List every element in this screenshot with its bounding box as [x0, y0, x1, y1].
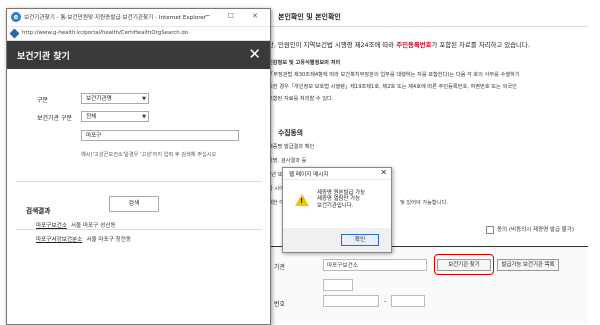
region-select-value: 보건기관명 [86, 96, 112, 102]
collect-heading: 수집동의 [278, 129, 304, 137]
phone-separator: - [384, 298, 387, 305]
type-select-value: 전체 [86, 114, 97, 120]
notice-text: 단, 민원인이 지역보건법 시행령 제24조에 따라 주민등록번호가 포함된 자… [268, 40, 530, 49]
application-form: 기관 마포구보건소 보건기관 찾기 발급가능 보건기관 목록 번호 - [268, 246, 588, 324]
message-dialog: 웹 페이지 메시지 ✕ ! 제증명 원본발급 가능 제증명 열람만 가능 보건기… [282, 167, 392, 253]
result-name[interactable]: 마포구서강보건분소 [36, 237, 82, 243]
popup-body: 구분 보건기관명 ▼ 보건기관 구분 전체 ▼ 마포구 예시)'고성군보건소'일경우… [7, 69, 270, 324]
search-input[interactable]: 마포구 [81, 130, 239, 141]
result-address: 서울 마포구 창전동 [86, 237, 132, 243]
search-hint: 예시)'고성군보건소'일경우 '고성'까지 입력 후 검색해 주십시오 [81, 152, 217, 158]
dialog-footer: 확인 [283, 228, 391, 252]
highlight-ring [434, 254, 494, 275]
chevron-down-icon: ▼ [142, 96, 146, 102]
org-input[interactable]: 마포구보건소 [323, 259, 427, 271]
result-name[interactable]: 마포구보건소 [36, 223, 67, 229]
org-search-window: e 보건기관찾기 - 통·보건민원맞·지원증발급·보건기관찾기 - Intern… [6, 8, 271, 325]
window-titlebar[interactable]: e 보건기관찾기 - 통·보건민원맞·지원증발급·보건기관찾기 - Intern… [7, 9, 270, 27]
phone-part-1[interactable] [323, 295, 379, 307]
phone-part-2[interactable] [391, 295, 425, 307]
result-address: 서울 마포구 성산동 [70, 223, 116, 229]
result-item[interactable]: 마포구보건소 서울 마포구 성산동 [36, 221, 116, 229]
section-title: 본인확인 및 본인확인 [278, 13, 341, 21]
window-title: 보건기관찾기 - 통·보건민원맞·지원증발급·보건기관찾기 - Internet… [24, 15, 207, 21]
legal-line: 피한 경우「개인정보 보호법 시행령」제19조제1호, 제2호 또는 제4호에 … [268, 84, 517, 90]
address-bar[interactable]: http://www.g-health.kr/portal/health/Cer… [7, 27, 270, 41]
divider [15, 181, 262, 182]
phone-label: 번호 [274, 301, 286, 308]
collect-line: 성명, 검사결과 등 [268, 158, 307, 164]
agree-option[interactable]: 동의 (비동의시 제증명 발급 불가) [486, 225, 574, 234]
ie-icon: e [11, 12, 21, 22]
org-label: 기관 [274, 264, 286, 271]
dialog-message-line: 제증명 열람만 가능 [317, 196, 361, 203]
ok-button[interactable]: 확인 [341, 234, 379, 246]
legal-line: 포함된 자료를 처리할 수 있다. [268, 96, 334, 102]
close-icon[interactable]: ✕ [248, 45, 261, 63]
org-list-button[interactable]: 발급가능 보건기관 목록 [497, 259, 559, 271]
region-select[interactable]: 보건기관명 ▼ [81, 93, 149, 104]
chevron-down-icon: ▼ [142, 114, 146, 120]
legal-line: 「부장관법 제30조제4항에 따라 보건복지부장관의 업무를 대행하는 자를 포… [268, 72, 520, 78]
notice-prefix: 단, 민원인이 지역보건법 시행령 제24조에 따라 [268, 41, 397, 49]
dialog-titlebar[interactable]: 웹 페이지 메시지 ✕ [283, 168, 391, 180]
type-select[interactable]: 전체 ▼ [81, 111, 149, 122]
search-button[interactable]: 검색 [109, 196, 159, 212]
window-controls[interactable]: ─ ☐ ✕ [205, 12, 266, 20]
legal-line: 민감정보 및 고유식별정보의 처리 [268, 60, 341, 66]
collect-line: 및 있어야 가능합니다. [400, 200, 448, 206]
collect-line: 제증명 발급결과 확인 [268, 144, 315, 150]
results-heading: 검색결과 [26, 207, 51, 215]
extra-field[interactable] [323, 279, 353, 291]
popup-title: 보건기관 찾기 [17, 52, 70, 62]
dialog-message: 제증명 원본발급 가능 제증명 열람만 가능 보건기관입니다. [317, 190, 365, 209]
dialog-title: 웹 페이지 메시지 [289, 172, 329, 178]
type-label: 보건기관 구분 [37, 115, 73, 122]
agree-label: 동의 (비동의시 제증명 발급 불가) [497, 227, 575, 233]
region-label: 구분 [37, 97, 49, 104]
result-item[interactable]: 마포구서강보건분소 서울 마포구 창전동 [36, 235, 131, 243]
notice-highlight: 주민등록번호 [396, 41, 432, 49]
dialog-message-line: 보건기관입니다. [317, 202, 354, 209]
close-icon[interactable]: ✕ [380, 168, 387, 177]
agree-checkbox[interactable] [486, 225, 494, 234]
warning-icon-mark: ! [300, 197, 304, 205]
divider [15, 229, 262, 230]
site-icon [9, 28, 20, 39]
address-url[interactable]: http://www.g-health.kr/portal/health/Cer… [22, 30, 188, 36]
popup-header: 보건기관 찾기 ✕ [7, 41, 270, 69]
title-divider [268, 26, 588, 27]
notice-suffix: 가 포함된 자료를 처리하고 있습니다. [431, 41, 530, 49]
